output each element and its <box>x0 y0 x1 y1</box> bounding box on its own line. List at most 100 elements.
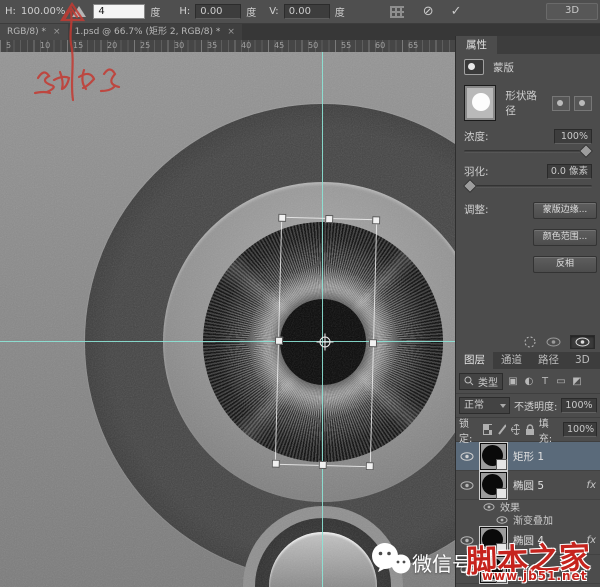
layer-visibility-eye-icon[interactable] <box>460 481 474 490</box>
h-scale-value[interactable]: 100.00% <box>21 6 66 17</box>
layer-visibility-eye-icon[interactable] <box>460 536 474 545</box>
transform-handle-bottom-right[interactable] <box>366 462 374 470</box>
v-skew-label: V: <box>269 6 278 17</box>
layer-fx-badge[interactable]: fx <box>587 480 596 491</box>
color-range-button[interactable]: 颜色范围... <box>533 229 597 246</box>
document-canvas[interactable] <box>0 52 455 587</box>
transform-handle-top[interactable] <box>325 215 333 223</box>
interpolation-icon[interactable] <box>390 6 404 18</box>
ruler-label: 35 <box>207 41 217 50</box>
tab-channels[interactable]: 通道 <box>493 352 530 369</box>
filter-smartobj-icon[interactable]: ◩ <box>571 376 583 387</box>
layer-row-partial[interactable] <box>456 555 600 584</box>
layer-thumbnail[interactable] <box>480 556 507 583</box>
layer-thumbnail[interactable] <box>480 443 507 470</box>
doc-tab-1-close-icon[interactable]: × <box>53 24 61 40</box>
commit-transform-button[interactable]: ✓ <box>445 2 468 22</box>
mask-icon <box>464 59 484 75</box>
h-skew-label: H: <box>179 6 190 17</box>
layer-thumbnail[interactable] <box>480 527 507 554</box>
tab-3d[interactable]: 3D <box>567 352 598 369</box>
lock-transparency-icon[interactable] <box>483 424 492 435</box>
density-value[interactable]: 100% <box>554 129 592 144</box>
ruler-label: 30 <box>174 41 184 50</box>
lock-label: 锁定: <box>459 415 478 445</box>
layer-thumbnail[interactable] <box>480 472 507 499</box>
degree-unit-3: 度 <box>335 4 345 19</box>
transform-handle-top-right[interactable] <box>372 216 380 224</box>
transform-handle-bottom-left[interactable] <box>272 460 280 468</box>
fill-value[interactable]: 100% <box>563 422 597 437</box>
load-selection-icon[interactable] <box>523 335 537 349</box>
v-skew-input[interactable]: 0.00 <box>284 4 330 19</box>
lock-pixels-icon[interactable] <box>497 424 506 435</box>
layer-visibility-eye-icon[interactable] <box>460 452 474 461</box>
mask-label: 蒙版 <box>493 60 514 75</box>
transform-reference-point[interactable] <box>320 337 331 348</box>
tab-properties[interactable]: 属性 <box>456 36 497 54</box>
doc-tab-2[interactable]: 1.psd @ 66.7% (矩形 2, RGB/8) * × <box>68 24 242 40</box>
rotate-angle-icon <box>72 6 86 17</box>
gradient-overlay-row[interactable]: 渐变叠加 <box>456 513 600 526</box>
feather-slider[interactable] <box>464 185 592 188</box>
layer-name[interactable]: 椭圆 4 <box>513 533 544 548</box>
blend-mode-select[interactable]: 正常 <box>459 397 510 414</box>
layer-name[interactable]: 椭圆 5 <box>513 478 544 493</box>
transform-handle-top-left[interactable] <box>278 214 286 222</box>
feather-value[interactable]: 0.0 像素 <box>547 164 592 179</box>
invert-button[interactable]: 反相 <box>533 256 597 273</box>
layer-row-rectangle-1[interactable]: 矩形 1 <box>456 442 600 471</box>
h-skew-input[interactable]: 0.00 <box>195 4 241 19</box>
transform-handle-right[interactable] <box>369 339 377 347</box>
layer-name[interactable]: 矩形 1 <box>513 449 544 464</box>
ruler-label: 20 <box>107 41 117 50</box>
lock-all-icon[interactable] <box>525 424 533 436</box>
transform-handle-left[interactable] <box>275 337 283 345</box>
workspace-3d-button[interactable]: 3D <box>546 3 598 20</box>
density-slider[interactable] <box>464 150 592 153</box>
feather-label: 羽化: <box>464 164 489 179</box>
add-vector-mask-icon[interactable] <box>574 96 592 111</box>
ruler-label: 45 <box>274 41 284 50</box>
layer-row-ellipse-4[interactable]: 椭圆 4 fx <box>456 526 600 555</box>
gradient-overlay-label: 渐变叠加 <box>513 512 553 527</box>
degree-unit: 度 <box>150 4 160 19</box>
rotate-angle-input[interactable]: 4 <box>93 4 145 19</box>
search-icon <box>464 376 474 386</box>
transform-handle-bottom[interactable] <box>319 461 327 469</box>
layers-panel-tabs: 图层 通道 路径 3D <box>456 352 600 369</box>
ruler-label: 50 <box>308 41 318 50</box>
shape-path-label: 形状路径 <box>505 88 543 118</box>
horizontal-guide[interactable] <box>0 341 455 342</box>
opacity-value[interactable]: 100% <box>561 398 596 413</box>
cancel-transform-button[interactable]: ⊘ <box>417 2 440 22</box>
lock-position-icon[interactable] <box>511 424 520 435</box>
layer-visibility-eye-icon[interactable] <box>460 565 474 574</box>
add-pixel-mask-icon[interactable] <box>552 96 570 111</box>
mask-edge-button[interactable]: 蒙版边缘... <box>533 202 597 219</box>
tab-paths[interactable]: 路径 <box>530 352 567 369</box>
layer-row-ellipse-5[interactable]: 椭圆 5 fx <box>456 471 600 500</box>
doc-tab-2-close-icon[interactable]: × <box>227 24 235 40</box>
mask-eye-icon[interactable] <box>546 337 561 347</box>
doc-tab-1-title: RGB/8) * <box>7 24 46 40</box>
ruler-label: 25 <box>140 41 150 50</box>
doc-tab-1[interactable]: RGB/8) * × <box>0 24 68 40</box>
mask-enable-toggle[interactable] <box>570 335 595 349</box>
doc-tab-2-title: 1.psd @ 66.7% (矩形 2, RGB/8) * <box>75 24 221 40</box>
filter-adjustment-icon[interactable]: ◐ <box>523 376 535 387</box>
tab-layers[interactable]: 图层 <box>456 352 493 369</box>
fill-label: 填充: <box>539 415 558 445</box>
transform-options-bar: H: 100.00% 4 度 H: 0.00 度 V: 0.00 度 ⊘ ✓ 3… <box>0 0 600 24</box>
shape-mask-thumbnail[interactable] <box>464 85 496 121</box>
layer-filter-dropdown[interactable]: 类型 <box>459 373 503 390</box>
properties-panel-header: 属性 <box>456 36 600 54</box>
filter-pixel-icon[interactable]: ▣ <box>507 376 519 387</box>
filter-shape-icon[interactable]: ▭ <box>555 376 567 387</box>
filter-type-icon[interactable]: T <box>539 376 551 387</box>
h-scale-label: H: <box>5 6 16 17</box>
effect-eye-icon[interactable] <box>496 516 508 524</box>
ruler-label: 10 <box>40 41 50 50</box>
layer-fx-badge[interactable]: fx <box>587 535 596 546</box>
effect-eye-icon[interactable] <box>483 503 495 511</box>
